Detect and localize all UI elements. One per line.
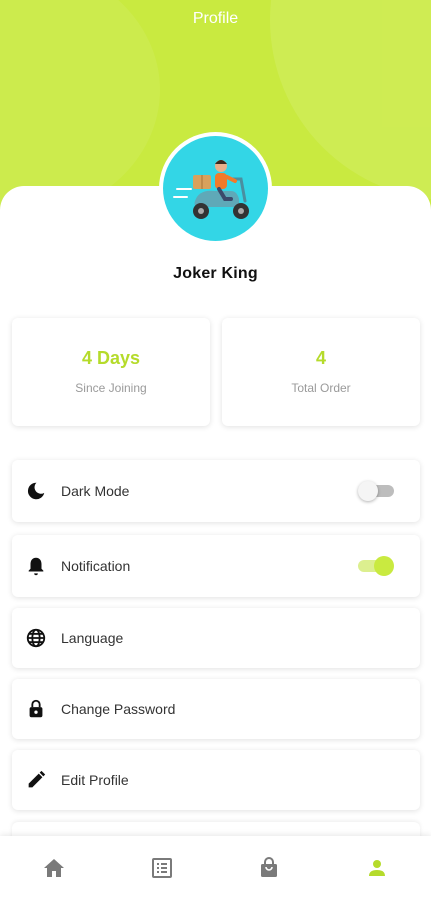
nav-profile[interactable]	[323, 836, 431, 900]
setting-label: Dark Mode	[61, 483, 130, 499]
setting-label: Notification	[61, 558, 131, 574]
setting-dark-mode[interactable]: Dark Mode	[12, 460, 420, 522]
shopping-bag-icon	[261, 857, 278, 877]
pencil-icon	[24, 768, 48, 792]
globe-icon	[24, 626, 48, 650]
setting-label: Change Password	[61, 701, 176, 717]
setting-label: Edit Profile	[61, 772, 129, 788]
header-decoration	[270, 0, 431, 200]
person-icon	[369, 860, 386, 876]
stat-card-since-joining: 4 Days Since Joining	[12, 318, 210, 426]
nav-orders[interactable]	[108, 836, 216, 900]
bell-icon	[24, 554, 48, 578]
notification-toggle[interactable]	[358, 556, 394, 576]
bottom-nav	[0, 836, 431, 900]
setting-language[interactable]: Language	[12, 608, 420, 668]
stat-value: 4	[315, 348, 326, 368]
page-title: Profile	[192, 10, 239, 27]
setting-notification[interactable]: Notification	[12, 535, 420, 597]
stat-label: Total Order	[291, 381, 351, 395]
stat-label: Since Joining	[75, 381, 147, 395]
stat-card-total-order: 4 Total Order	[222, 318, 420, 426]
home-icon	[43, 859, 64, 877]
setting-change-password[interactable]: Change Password	[12, 679, 420, 739]
delivery-scooter-illustration	[172, 159, 249, 219]
stat-value: 4 Days	[81, 348, 141, 368]
moon-icon	[24, 479, 48, 503]
avatar[interactable]	[159, 132, 272, 245]
setting-label: Language	[61, 630, 124, 646]
nav-shop[interactable]	[216, 836, 324, 900]
dark-mode-toggle[interactable]	[358, 481, 394, 501]
list-icon	[151, 858, 172, 878]
lock-icon	[24, 697, 48, 721]
user-name: Joker King	[173, 265, 258, 282]
nav-home[interactable]	[0, 836, 108, 900]
setting-edit-profile[interactable]: Edit Profile	[12, 750, 420, 810]
